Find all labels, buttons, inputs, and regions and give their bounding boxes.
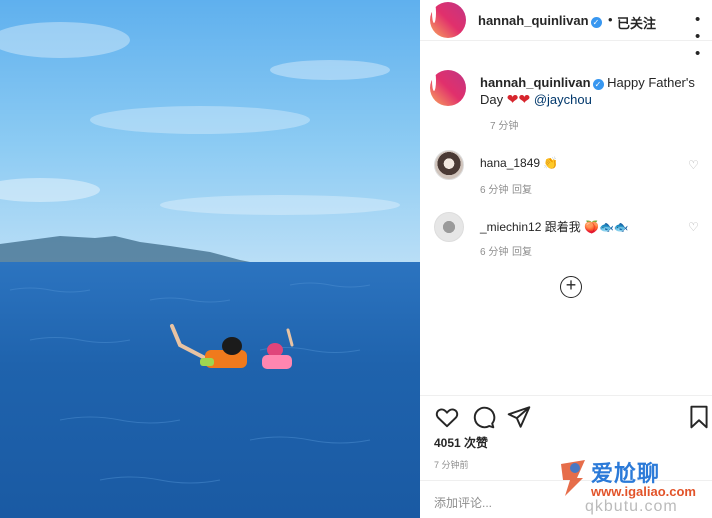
reply-button[interactable]: 回复 [512,181,532,196]
comment-text: 👏 [543,156,559,170]
watermark-url: www.igaliao.com [591,484,696,499]
commenter-username[interactable]: hana_1849 [480,156,540,170]
comment-item: hana_1849 👏 6 分钟 回复 ♡ [434,150,704,200]
post-actions-bar [420,395,712,435]
save-bookmark-icon[interactable] [686,404,712,430]
commenter-avatar[interactable] [434,212,464,242]
post-timestamp: 7 分钟前 [434,460,469,470]
caption-timestamp[interactable]: 7 分钟 [490,117,518,132]
header-divider [420,40,712,41]
comment-bubble-icon[interactable] [470,404,496,430]
share-paper-plane-icon[interactable] [506,404,532,430]
following-button[interactable]: 已关注 [617,13,656,32]
comment-like-heart-icon[interactable]: ♡ [688,220,699,234]
verified-badge-icon: ✓ [592,79,604,90]
author-avatar[interactable] [430,2,466,38]
watermark-logo-icon [561,460,585,496]
comment-like-heart-icon[interactable]: ♡ [688,158,699,172]
commenter-username[interactable]: _miechin12 [480,220,541,234]
comment-timestamp[interactable]: 6 分钟 [480,243,508,258]
post-photo[interactable] [0,0,420,518]
separator-dot: • [608,12,613,27]
add-comment-input[interactable]: 添加评论... [434,494,492,511]
comment-item: _miechin12 跟着我 🍑🐟🐟 6 分钟 回复 ♡ [434,212,704,262]
likes-count[interactable]: 4051 次赞 [434,434,488,451]
comment-text: 跟着我 🍑🐟🐟 [544,220,629,234]
post-header: hannah_quinlivan ✓ • 已关注 • • • [430,2,712,62]
caption-author-username[interactable]: hannah_quinlivan [480,75,591,90]
sea-scene-image [0,0,420,518]
author-username[interactable]: hannah_quinlivan ✓ [478,13,602,28]
post-side-panel: hannah_quinlivan ✓ • 已关注 • • • hannah_qui… [420,0,712,518]
heart-emoji: ❤❤ [506,91,531,107]
load-more-comments-icon[interactable]: + [560,276,582,298]
reply-button[interactable]: 回复 [512,243,532,258]
like-heart-icon[interactable] [434,404,460,430]
mention-link[interactable]: @jaychou [534,92,592,107]
caption-author-avatar[interactable] [430,70,466,106]
watermark-footer: qkbutu.com [585,498,678,515]
comment-timestamp[interactable]: 6 分钟 [480,181,508,196]
verified-badge-icon: ✓ [590,17,602,28]
site-watermark: 爱尬聊 www.igaliao.com qkbutu.com [555,456,705,518]
more-options-icon[interactable]: • • • [695,11,712,62]
commenter-avatar[interactable] [434,150,464,180]
